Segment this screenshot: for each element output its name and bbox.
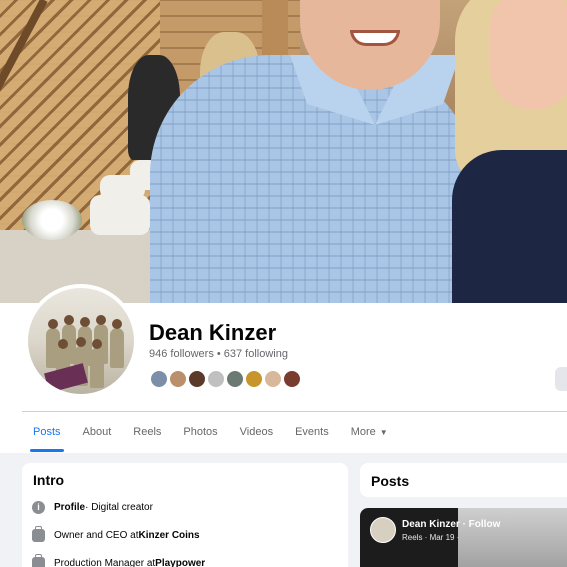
posts-card: Posts <box>360 463 567 497</box>
tab-label: Photos <box>183 426 218 438</box>
tab-posts[interactable]: Posts <box>22 412 72 452</box>
tab-label: More <box>350 426 376 438</box>
briefcase-icon <box>32 525 45 542</box>
profile-avatar-image <box>28 288 134 394</box>
briefcase-icon <box>32 553 45 567</box>
profile-tabs: Posts About Reels Photos Videos Events M… <box>22 412 399 452</box>
follower-counts[interactable]: 946 followers • 637 following <box>149 348 288 360</box>
caret-down-icon: ▼ <box>379 428 388 437</box>
tab-photos[interactable]: Photos <box>172 412 228 452</box>
profile-picture[interactable] <box>24 284 138 398</box>
cover-woman-face <box>490 0 567 110</box>
workplace-link[interactable]: Playpower <box>155 558 205 567</box>
intro-row-profile: Profile · Digital creator <box>32 499 153 515</box>
friend-avatar[interactable] <box>168 369 188 389</box>
cover-flowers <box>22 200 82 240</box>
intro-card: Intro Profile · Digital creator Owner an… <box>22 463 348 567</box>
follow-link[interactable]: · Follow <box>460 519 501 530</box>
tab-reels[interactable]: Reels <box>122 412 172 452</box>
profile-action-button[interactable] <box>555 367 567 391</box>
facebook-profile-page: Dean Kinzer 946 followers • 637 followin… <box>0 0 567 567</box>
intro-row-work: Owner and CEO at Kinzer Coins <box>32 525 200 543</box>
reel-post[interactable]: Dean Kinzer · Follow Reels · Mar 19 · <box>360 508 567 567</box>
reel-thumbnail <box>458 508 567 567</box>
intro-text: · Digital creator <box>85 501 153 513</box>
tab-events[interactable]: Events <box>284 412 340 452</box>
tab-videos[interactable]: Videos <box>229 412 284 452</box>
posts-title: Posts <box>371 473 410 489</box>
friend-avatar[interactable] <box>206 369 226 389</box>
avatar-person <box>90 339 104 388</box>
tab-about[interactable]: About <box>72 412 123 452</box>
workplace-link[interactable]: Kinzer Coins <box>138 530 199 541</box>
intro-row-work: Production Manager at Playpower <box>32 553 205 567</box>
info-icon <box>32 500 45 514</box>
avatar-person <box>110 319 124 368</box>
intro-text: Owner and CEO at <box>54 529 139 541</box>
friend-avatar[interactable] <box>149 369 169 389</box>
intro-text: Production Manager at <box>54 557 156 567</box>
tab-label: Events <box>295 426 329 438</box>
friend-avatar[interactable] <box>263 369 283 389</box>
cover-chair <box>90 195 150 235</box>
intro-title: Intro <box>33 472 65 488</box>
cover-photo[interactable] <box>0 0 567 303</box>
author-link[interactable]: Dean Kinzer <box>402 519 460 530</box>
intro-label: Profile <box>54 501 86 513</box>
friend-avatar[interactable] <box>282 369 302 389</box>
profile-name: Dean Kinzer <box>149 320 277 345</box>
reel-meta: Reels · Mar 19 · <box>402 533 460 542</box>
tab-label: Videos <box>239 426 274 438</box>
tab-label: About <box>82 426 112 438</box>
friend-avatar[interactable] <box>244 369 264 389</box>
friend-avatar[interactable] <box>225 369 245 389</box>
reel-author: Dean Kinzer · Follow <box>402 519 500 530</box>
friend-avatar[interactable] <box>187 369 207 389</box>
avatar[interactable] <box>370 517 396 543</box>
tab-more[interactable]: More ▼ <box>340 412 399 452</box>
cover-woman-dress <box>452 150 567 303</box>
tab-label: Reels <box>133 426 162 438</box>
tab-label: Posts <box>33 426 61 438</box>
